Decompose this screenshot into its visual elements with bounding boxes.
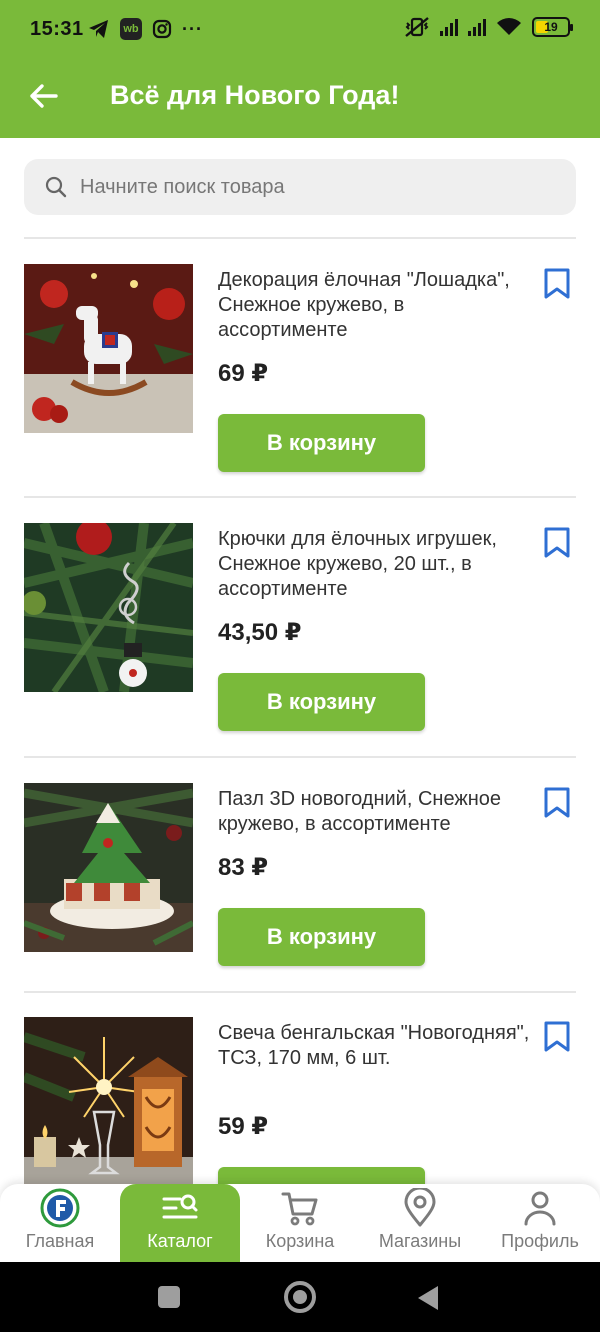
nav-item-stores[interactable]: Магазины — [360, 1184, 480, 1262]
status-bar: 15:31 wb ··· 19 — [0, 0, 600, 60]
system-navigation-bar — [0, 1262, 600, 1332]
product-image[interactable] — [24, 1017, 193, 1184]
logo-f-icon — [40, 1188, 80, 1228]
product-price: 69 ₽ — [218, 360, 269, 387]
battery-icon: 19 — [532, 17, 573, 37]
add-to-cart-button[interactable]: В корзину — [218, 414, 425, 472]
system-back-icon[interactable] — [418, 1286, 438, 1310]
add-to-cart-button[interactable]: В корзину — [218, 1167, 425, 1184]
cart-icon — [281, 1192, 318, 1226]
status-system-icons: 19 — [404, 16, 573, 38]
signal-icon — [440, 18, 458, 36]
product-price: 83 ₽ — [218, 854, 269, 881]
battery-level: 19 — [544, 20, 558, 34]
nav-label: Профиль — [501, 1231, 579, 1251]
search-bar[interactable] — [24, 159, 576, 215]
person-icon — [524, 1191, 556, 1226]
nav-label: Корзина — [265, 1231, 335, 1251]
divider — [24, 496, 576, 498]
location-pin-icon — [404, 1188, 436, 1227]
product-image[interactable] — [24, 264, 193, 433]
search-input[interactable] — [80, 175, 520, 199]
nav-label: Магазины — [378, 1231, 462, 1251]
divider — [24, 991, 576, 993]
telegram-icon — [89, 20, 108, 38]
product-title[interactable]: Крючки для ёлочных игрушек, Снежное круж… — [218, 527, 536, 602]
nav-item-catalog[interactable]: Каталог — [120, 1184, 240, 1262]
divider — [24, 237, 576, 239]
status-time: 15:31 — [30, 18, 84, 40]
bookmark-icon[interactable] — [543, 787, 571, 819]
nav-label: Каталог — [147, 1231, 213, 1251]
product-image[interactable] — [24, 783, 193, 952]
signal-icon-2 — [468, 18, 486, 36]
product-title[interactable]: Декорация ёлочная "Лошадка", Снежное кру… — [218, 268, 536, 343]
status-notification-icons: wb ··· — [88, 18, 203, 40]
bookmark-icon[interactable] — [543, 527, 571, 559]
nav-item-profile[interactable]: Профиль — [480, 1184, 600, 1262]
product-price: 43,50 ₽ — [218, 619, 302, 646]
product-title[interactable]: Свеча бенгальская "Новогодняя", ТСЗ, 170… — [218, 1021, 536, 1071]
bottom-navigation: Главная Каталог Корзина Магазины Профиль — [0, 1184, 600, 1262]
home-icon[interactable] — [284, 1281, 316, 1313]
recent-apps-icon[interactable] — [158, 1286, 180, 1308]
wb-app-icon: wb — [120, 18, 142, 40]
page-title: Всё для Нового Года! — [110, 80, 400, 110]
search-icon — [45, 176, 67, 198]
product-card[interactable]: Декорация ёлочная "Лошадка", Снежное кру… — [0, 264, 600, 474]
instagram-icon — [152, 19, 172, 39]
product-price: 59 ₽ — [218, 1113, 269, 1140]
nav-item-home[interactable]: Главная — [0, 1184, 120, 1262]
wifi-icon — [497, 18, 521, 35]
add-to-cart-button[interactable]: В корзину — [218, 673, 425, 731]
app-header: 15:31 wb ··· 19 Всё для Нового Года! — [0, 0, 600, 138]
more-notifications-icon: ··· — [182, 18, 203, 39]
product-image[interactable] — [24, 523, 193, 692]
product-title[interactable]: Пазл 3D новогодний, Снежное кружево, в а… — [218, 787, 536, 837]
nav-item-cart[interactable]: Корзина — [240, 1184, 360, 1262]
nav-label: Главная — [25, 1231, 95, 1251]
bookmark-icon[interactable] — [543, 1021, 571, 1053]
product-card[interactable]: Свеча бенгальская "Новогодняя", ТСЗ, 170… — [0, 1017, 600, 1184]
product-card[interactable]: Крючки для ёлочных игрушек, Снежное круж… — [0, 523, 600, 733]
back-arrow-icon[interactable] — [26, 78, 62, 114]
bookmark-icon[interactable] — [543, 268, 571, 300]
divider — [24, 756, 576, 758]
mute-vibrate-icon — [405, 17, 429, 37]
catalog-search-icon — [162, 1194, 198, 1219]
add-to-cart-button[interactable]: В корзину — [218, 908, 425, 966]
product-card[interactable]: Пазл 3D новогодний, Снежное кружево, в а… — [0, 783, 600, 973]
